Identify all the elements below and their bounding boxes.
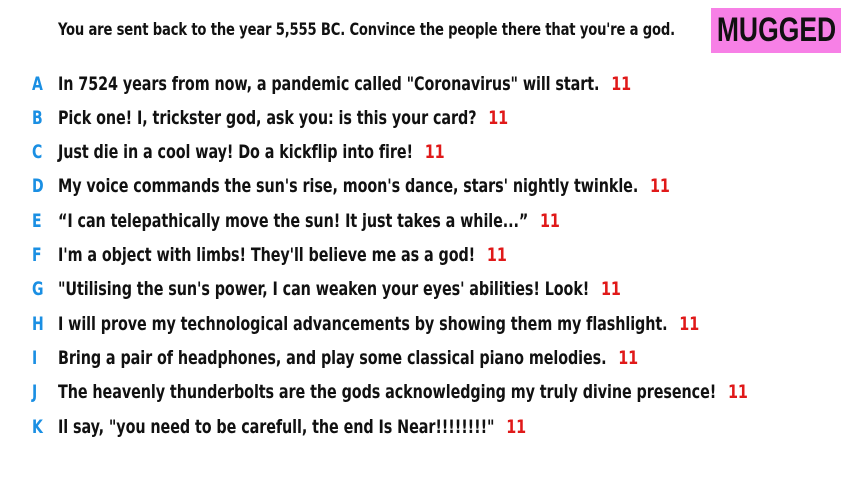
answer-score: 11 <box>727 381 748 403</box>
answer-score: 11 <box>618 347 639 369</box>
answer-line: I will prove my technological advancemen… <box>58 313 699 335</box>
answer-row-e[interactable]: E “I can telepathically move the sun! It… <box>0 210 853 240</box>
mugged-badge: MUGGED <box>711 8 841 53</box>
answer-line: I'm a object with limbs! They'll believe… <box>58 244 507 266</box>
answer-letter: I <box>32 347 38 369</box>
answer-text: I will prove my technological advancemen… <box>58 313 668 335</box>
question-prompt: You are sent back to the year 5,555 BC. … <box>58 20 675 40</box>
answer-text: My voice commands the sun's rise, moon's… <box>58 175 639 197</box>
answer-letter: J <box>32 381 38 403</box>
answer-text: In 7524 years from now, a pandemic calle… <box>58 73 600 95</box>
answer-letter: E <box>32 210 42 232</box>
answer-line: The heavenly thunderbolts are the gods a… <box>58 381 748 403</box>
answer-letter: B <box>32 107 43 129</box>
answer-line: Bring a pair of headphones, and play som… <box>58 347 638 369</box>
answer-row-g[interactable]: G "Utilising the sun's power, I can weak… <box>0 278 853 308</box>
answer-letter: A <box>32 73 43 95</box>
answer-text: Il say, "you need to be carefull, the en… <box>58 416 495 438</box>
answer-score: 11 <box>540 210 560 232</box>
answer-score: 11 <box>601 278 621 300</box>
answer-score: 11 <box>424 141 445 163</box>
answer-letter: D <box>32 175 44 197</box>
answer-row-c[interactable]: C Just die in a cool way! Do a kickflip … <box>0 141 853 171</box>
answer-row-h[interactable]: H I will prove my technological advancem… <box>0 313 853 343</box>
answer-letter: K <box>32 416 43 438</box>
answer-line: Il say, "you need to be carefull, the en… <box>58 416 526 438</box>
answer-row-i[interactable]: I Bring a pair of headphones, and play s… <box>0 347 853 377</box>
mugged-badge-label: MUGGED <box>716 11 836 49</box>
answer-score: 11 <box>679 313 700 335</box>
answer-letter: F <box>32 244 42 266</box>
answer-row-f[interactable]: F I'm a object with limbs! They'll belie… <box>0 244 853 274</box>
answer-line: "Utilising the sun's power, I can weaken… <box>58 278 621 300</box>
answer-score: 11 <box>649 175 670 197</box>
answer-row-d[interactable]: D My voice commands the sun's rise, moon… <box>0 175 853 205</box>
answer-text: “I can telepathically move the sun! It j… <box>58 210 529 232</box>
answer-row-k[interactable]: K Il say, "you need to be carefull, the … <box>0 416 853 446</box>
answer-line: In 7524 years from now, a pandemic calle… <box>58 73 631 95</box>
answer-score: 11 <box>611 73 632 95</box>
answer-row-j[interactable]: J The heavenly thunderbolts are the gods… <box>0 381 853 411</box>
answer-score: 11 <box>486 244 507 266</box>
answer-text: Bring a pair of headphones, and play som… <box>58 347 607 369</box>
answer-text: The heavenly thunderbolts are the gods a… <box>58 381 717 403</box>
answer-line: My voice commands the sun's rise, moon's… <box>58 175 670 197</box>
answer-score: 11 <box>488 107 509 129</box>
answer-text: I'm a object with limbs! They'll believe… <box>58 244 476 266</box>
answer-letter: C <box>32 141 43 163</box>
answer-line: Just die in a cool way! Do a kickflip in… <box>58 141 445 163</box>
answer-text: Just die in a cool way! Do a kickflip in… <box>58 141 413 163</box>
answer-row-a[interactable]: A In 7524 years from now, a pandemic cal… <box>0 73 853 103</box>
answer-text: Pick one! I, trickster god, ask you: is … <box>58 107 477 129</box>
answer-line: “I can telepathically move the sun! It j… <box>58 210 560 232</box>
answer-letter: G <box>32 278 44 300</box>
answer-score: 11 <box>506 416 527 438</box>
answer-text: "Utilising the sun's power, I can weaken… <box>58 278 590 300</box>
answer-row-b[interactable]: B Pick one! I, trickster god, ask you: i… <box>0 107 853 137</box>
answer-letter: H <box>32 313 44 335</box>
answer-line: Pick one! I, trickster god, ask you: is … <box>58 107 508 129</box>
